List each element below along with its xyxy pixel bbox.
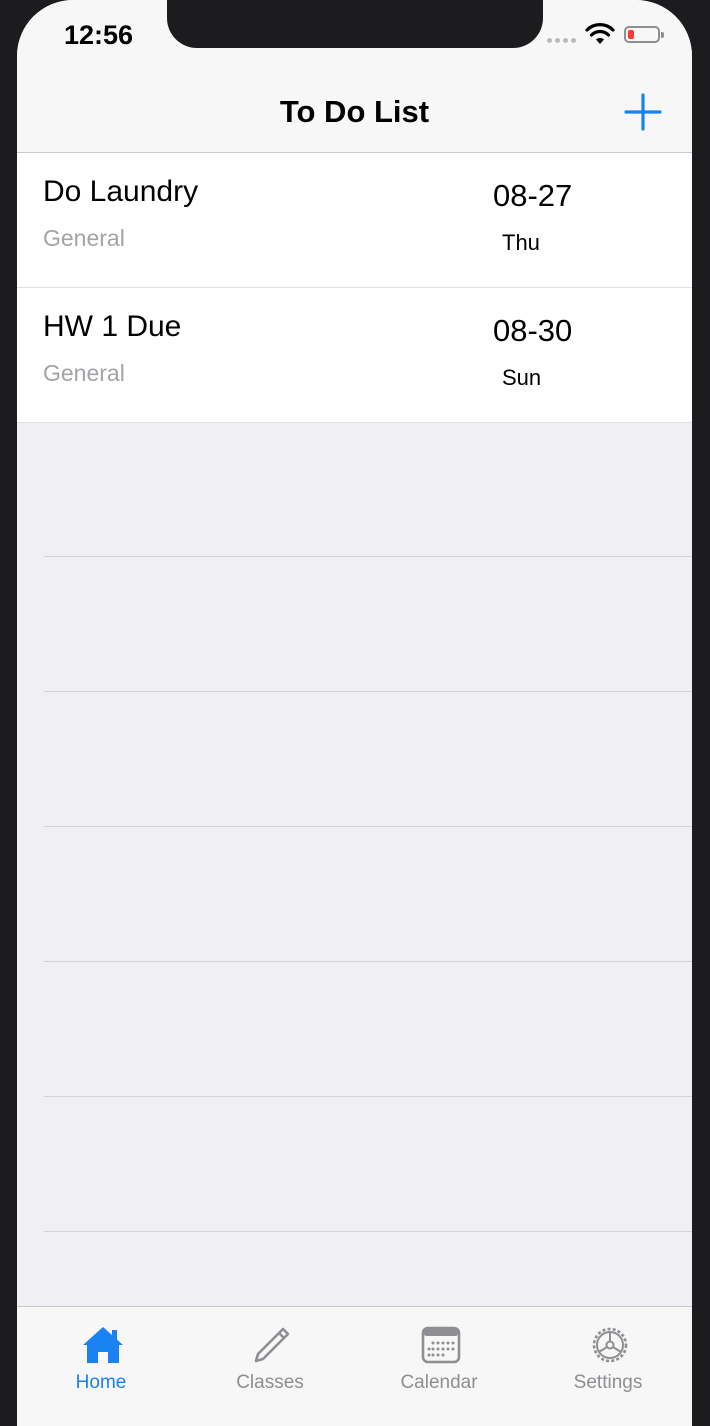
task-category: General <box>43 360 125 386</box>
empty-row <box>44 422 692 557</box>
status-bar: 12:56 <box>17 0 692 70</box>
notch <box>167 0 543 48</box>
empty-row <box>44 692 692 827</box>
phone-screen: 12:56 To Do List Do Laundry General 08-2… <box>17 0 692 1426</box>
task-row-do-laundry[interactable]: Do Laundry General 08-27 Thu <box>17 153 692 288</box>
task-row-hw-1-due[interactable]: HW 1 Due General 08-30 Sun <box>17 288 692 423</box>
tab-label: Settings <box>573 1372 643 1393</box>
task-date: 08-30 <box>493 313 573 348</box>
battery-icon <box>624 26 664 43</box>
empty-list-rows <box>17 422 692 1232</box>
status-time: 12:56 <box>64 20 134 50</box>
tab-calendar[interactable]: Calendar <box>355 1307 523 1407</box>
task-title: Do Laundry <box>43 175 199 208</box>
wifi-icon <box>585 23 615 44</box>
tab-label: Classes <box>236 1372 304 1393</box>
tab-label: Calendar <box>400 1372 478 1393</box>
task-date: 08-27 <box>493 178 573 213</box>
empty-row <box>44 962 692 1097</box>
calendar-icon <box>421 1326 461 1364</box>
plus-icon <box>624 93 662 131</box>
tab-settings[interactable]: Settings <box>524 1307 692 1407</box>
gear-icon <box>592 1327 628 1363</box>
empty-row <box>44 557 692 692</box>
task-list: Do Laundry General 08-27 Thu HW 1 Due Ge… <box>17 153 692 423</box>
house-icon <box>83 1327 123 1363</box>
pencil-icon <box>254 1327 290 1363</box>
task-day: Sun <box>502 365 542 390</box>
cellular-signal-icon <box>547 38 576 43</box>
navigation-bar: To Do List <box>17 70 692 153</box>
task-day: Thu <box>502 230 540 255</box>
empty-row <box>44 827 692 962</box>
tab-home[interactable]: Home <box>17 1307 185 1407</box>
task-category: General <box>43 225 125 251</box>
tab-bar: Home Classes Calendar Settings <box>17 1306 692 1426</box>
add-task-button[interactable] <box>623 92 663 132</box>
page-title: To Do List <box>279 94 430 129</box>
task-title: HW 1 Due <box>43 310 182 343</box>
empty-row <box>44 1097 692 1232</box>
tab-classes[interactable]: Classes <box>186 1307 354 1407</box>
tab-label: Home <box>75 1372 127 1393</box>
